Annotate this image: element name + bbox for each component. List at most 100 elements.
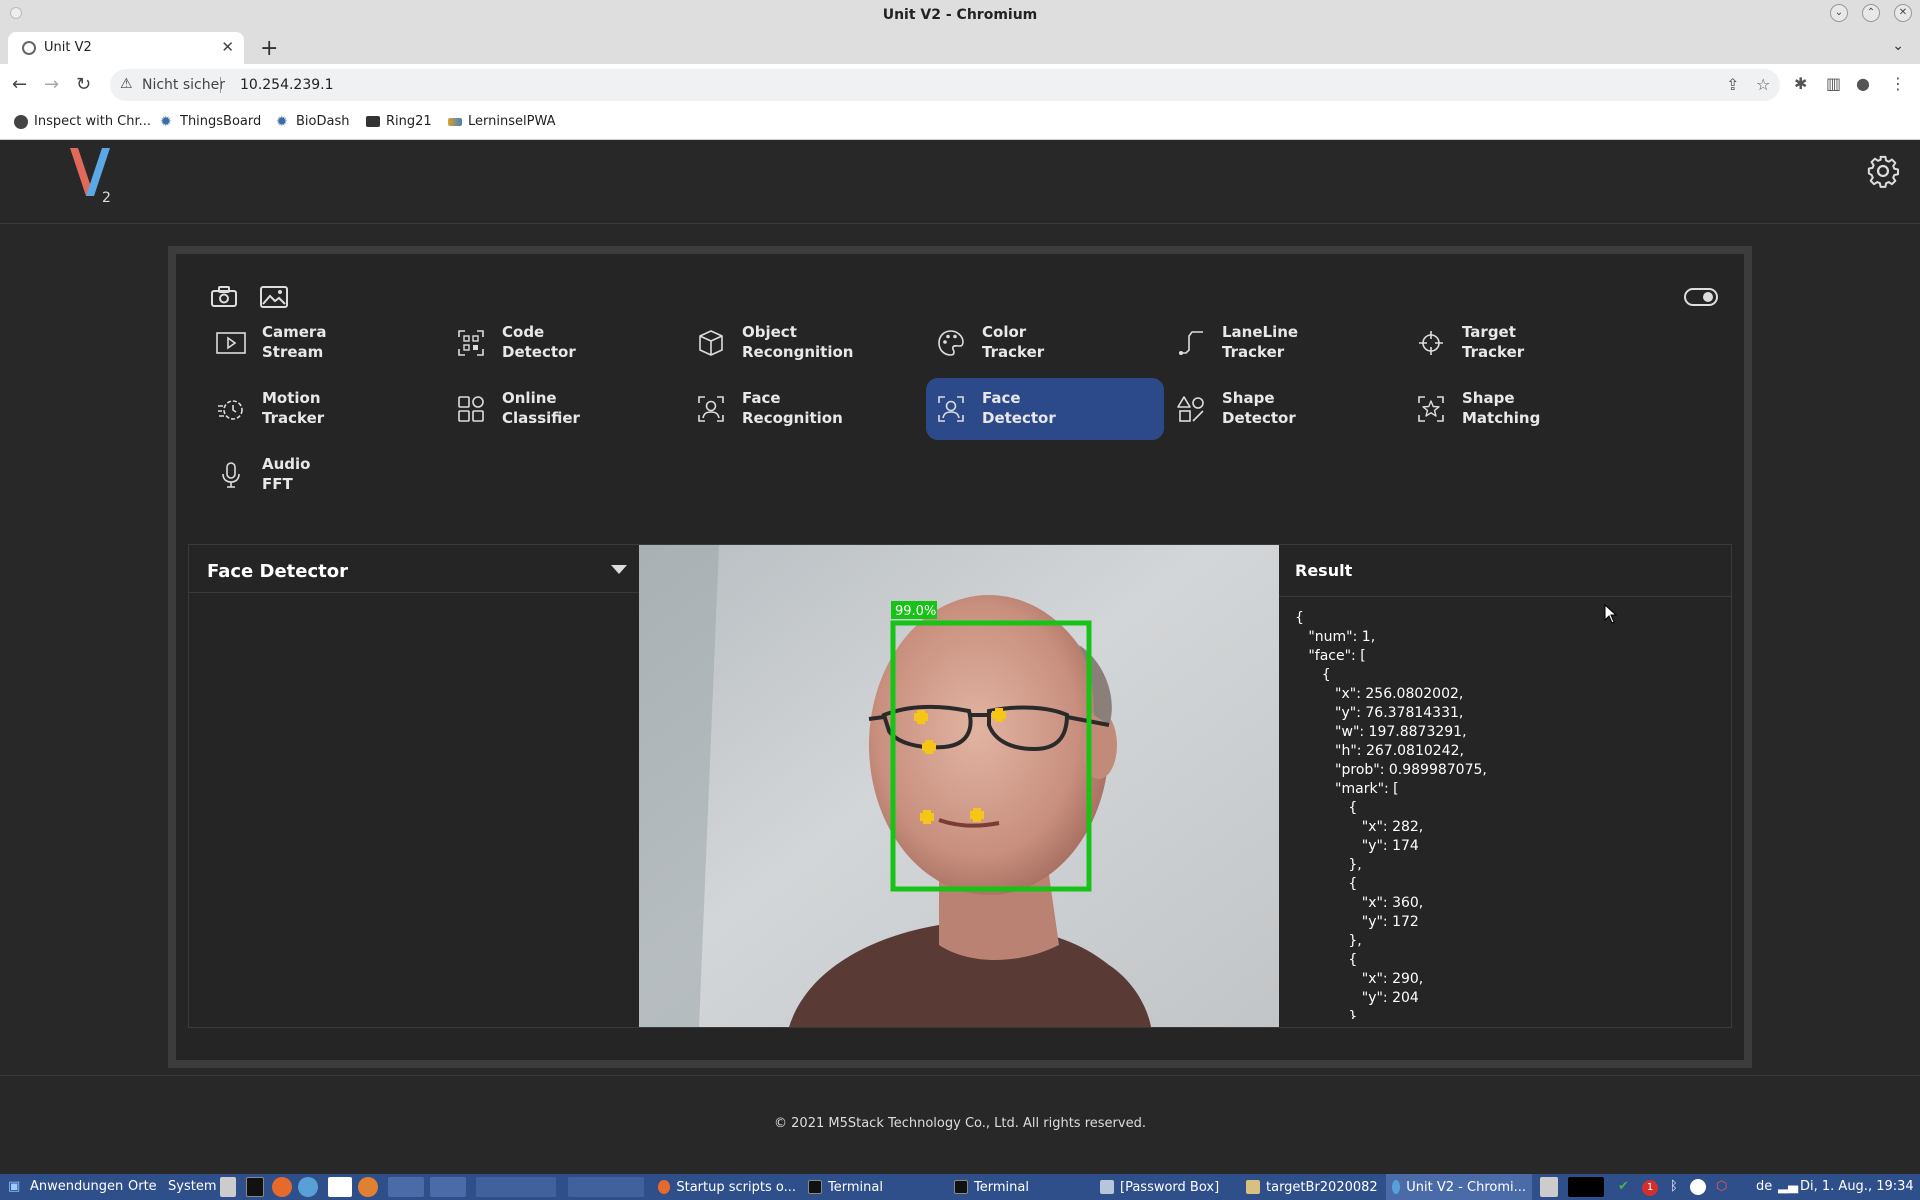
close-window-icon[interactable]: ✕ [1894, 4, 1912, 22]
play-icon [216, 332, 246, 354]
bookmark-label: ThingsBoard [180, 114, 262, 129]
camera-icon[interactable] [210, 286, 238, 308]
side-panel-icon[interactable]: ▥ [1826, 74, 1841, 93]
keepass-icon[interactable] [328, 1177, 352, 1197]
url-text[interactable]: 10.254.239.1 [240, 77, 334, 93]
chevron-down-icon[interactable] [611, 565, 627, 574]
back-icon[interactable]: ← [12, 74, 27, 95]
task-label: Unit V2 - Chromi... [1406, 1179, 1526, 1195]
task-target-folder[interactable]: targetBr2020082 [1240, 1174, 1386, 1200]
thunderbird-icon[interactable] [298, 1177, 318, 1197]
menu-applications[interactable]: Anwendungen [30, 1179, 123, 1194]
menu-line2: Tracker [262, 409, 325, 427]
mode-toggle[interactable] [1684, 288, 1718, 306]
menu-places[interactable]: Orte [128, 1179, 157, 1194]
result-column: Result { "num": 1, "face": [ { "x": 256.… [1279, 545, 1731, 1027]
share-icon[interactable]: ⇪ [1726, 75, 1739, 94]
menu-line2: Detector [982, 409, 1056, 427]
menu-line1: Camera [262, 323, 327, 341]
task-startup-scripts[interactable]: Startup scripts o... [652, 1174, 802, 1200]
bookmark-inspect[interactable]: Inspect with Chr... [14, 114, 151, 129]
workspace-pager[interactable] [568, 1177, 644, 1197]
firefox-icon[interactable] [272, 1177, 292, 1197]
menu-line1: Online [502, 389, 557, 407]
motion-icon [218, 400, 243, 420]
menu-line2: FFT [262, 475, 293, 493]
tab-search-chevron-icon[interactable]: ⌄ [1892, 38, 1904, 54]
folder-icon [366, 116, 380, 127]
tab-label: Unit V2 [44, 40, 92, 55]
image-icon[interactable] [260, 286, 288, 308]
menu-line2: Recongnition [742, 343, 854, 361]
task-terminal-1[interactable]: Terminal [802, 1174, 948, 1200]
status-circle-icon[interactable] [1690, 1179, 1706, 1195]
minimize-icon[interactable]: ⌄ [1830, 4, 1848, 22]
workspace-switcher[interactable] [476, 1177, 556, 1197]
detector-header[interactable]: Face Detector [189, 545, 639, 593]
bookmark-ring21[interactable]: Ring21 [366, 114, 432, 129]
reload-icon[interactable]: ↻ [76, 74, 91, 95]
menu-motion-tracker[interactable]: Motion Tracker [206, 378, 444, 440]
bluetooth-icon[interactable]: ᛒ [1670, 1179, 1678, 1194]
task-chromium[interactable]: Unit V2 - Chromi... [1386, 1174, 1532, 1200]
menu-face-detector[interactable]: Face Detector [926, 378, 1164, 440]
tab-strip: Unit V2 ✕ + ⌄ [0, 32, 1920, 64]
bookmark-star-icon[interactable]: ☆ [1756, 75, 1770, 94]
app-launcher-icon[interactable] [358, 1177, 378, 1197]
screenshot-icon[interactable] [388, 1177, 424, 1197]
menu-line1: Shape [1462, 389, 1515, 407]
gear-icon: ✹ [276, 113, 288, 130]
tab-unit-v2[interactable]: Unit V2 ✕ [8, 32, 244, 64]
terminal-icon[interactable] [246, 1177, 264, 1197]
menu-face-recognition[interactable]: Face Recognition [686, 378, 924, 440]
bookmark-label: Ring21 [386, 114, 432, 129]
menu-line1: LaneLine [1222, 323, 1299, 341]
system-taskbar: ▣ Anwendungen Orte System Startup script… [0, 1174, 1920, 1200]
menu-audio-fft[interactable]: Audio FFT [206, 444, 444, 506]
menu-online-classifier[interactable]: Online Classifier [446, 378, 684, 440]
package-icon[interactable]: ⬡ [1716, 1179, 1727, 1194]
network-signal-icon[interactable]: ▂▄ [1778, 1179, 1798, 1194]
menu-shape-detector[interactable]: Shape Detector [1166, 378, 1404, 440]
task-terminal-2[interactable]: Terminal [948, 1174, 1094, 1200]
chromium-launcher-icon[interactable] [430, 1177, 466, 1197]
menu-line2: Tracker [982, 343, 1045, 361]
calculator-icon[interactable] [220, 1177, 236, 1197]
new-tab-icon[interactable]: + [260, 36, 278, 61]
lane-icon [1179, 331, 1203, 355]
menu-laneline-tracker[interactable]: LaneLine Tracker [1166, 312, 1404, 374]
cube-icon [699, 330, 723, 356]
forward-icon[interactable]: → [44, 74, 59, 95]
menu-system[interactable]: System [168, 1179, 216, 1194]
menu-shape-matching[interactable]: Shape Matching [1406, 378, 1644, 440]
menu-line1: Shape [1222, 389, 1275, 407]
extensions-icon[interactable]: ✱ [1794, 74, 1807, 93]
notification-badge[interactable]: 1 [1642, 1180, 1658, 1196]
microphone-icon [222, 462, 240, 488]
menu-target-tracker[interactable]: Target Tracker [1406, 312, 1644, 374]
tab-close-icon[interactable]: ✕ [221, 38, 234, 56]
bookmark-lerninsel[interactable]: LerninselPWA [448, 114, 555, 129]
keyboard-layout[interactable]: de [1756, 1179, 1772, 1194]
settings-gear-icon[interactable] [1866, 154, 1900, 188]
profile-icon[interactable]: ● [1856, 74, 1870, 93]
chromium-icon [1392, 1180, 1401, 1194]
apps-menu-icon[interactable]: ▣ [8, 1179, 20, 1194]
chrome-icon [14, 114, 28, 129]
volume-icon[interactable] [1540, 1177, 1558, 1197]
task-password-box[interactable]: [Password Box] [1094, 1174, 1240, 1200]
menu-object-recognition[interactable]: Object Recongnition [686, 312, 924, 374]
task-label: Startup scripts o... [676, 1179, 796, 1195]
bookmark-thingsboard[interactable]: ✹ ThingsBoard [160, 114, 261, 129]
terminal-icon [808, 1180, 822, 1194]
update-check-icon[interactable]: ✔ [1618, 1179, 1629, 1194]
menu-line2: Matching [1462, 409, 1541, 427]
menu-color-tracker[interactable]: Color Tracker [926, 312, 1164, 374]
address-bar[interactable]: ⚠ Nicht sicher 10.254.239.1 ⇪ ☆ [110, 69, 1780, 101]
maximize-icon[interactable]: ⌃ [1862, 4, 1880, 22]
browser-menu-icon[interactable]: ⋮ [1890, 74, 1906, 93]
menu-code-detector[interactable]: Code Detector [446, 312, 684, 374]
bookmark-biodash[interactable]: ✹ BioDash [276, 114, 349, 129]
clock[interactable]: Di, 1. Aug., 19:34 [1800, 1179, 1914, 1194]
menu-camera-stream[interactable]: Camera Stream [206, 312, 444, 374]
